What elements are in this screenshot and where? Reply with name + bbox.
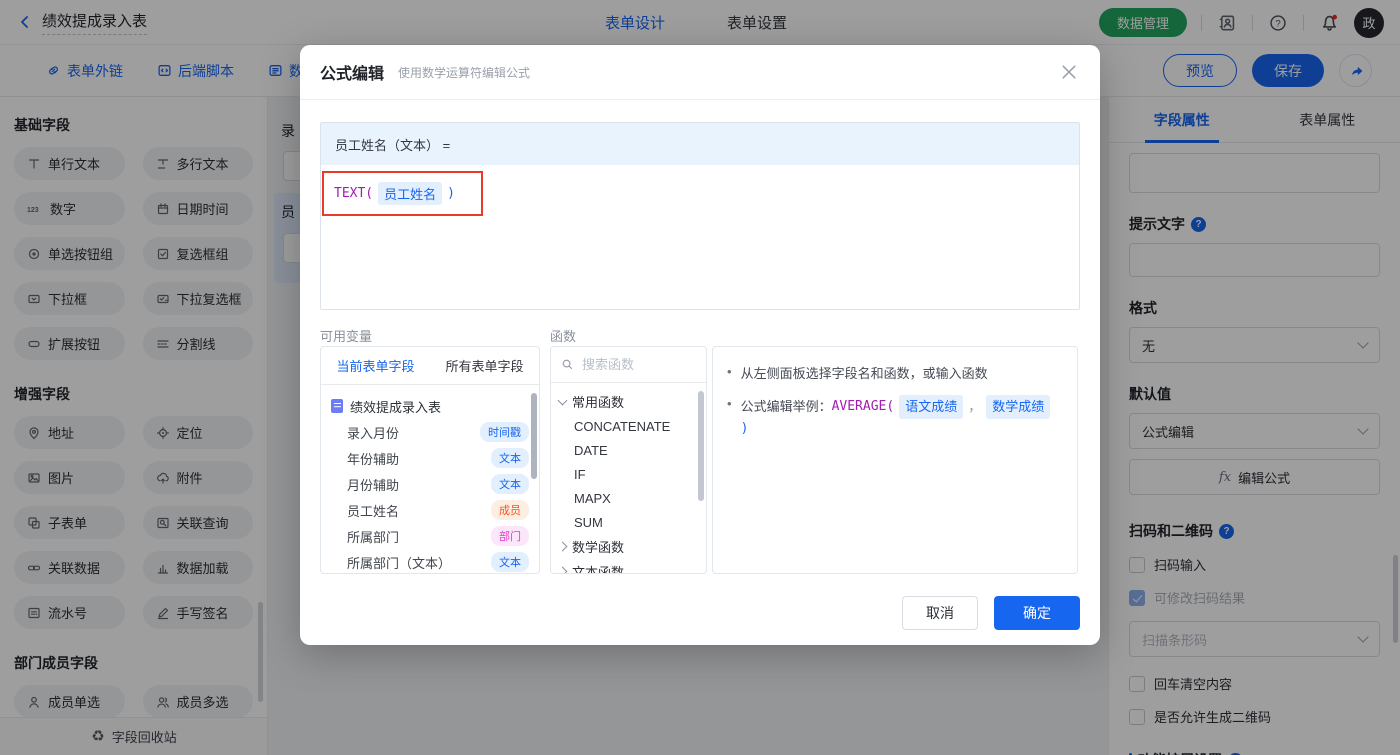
function-group-text[interactable]: 文本函数 bbox=[559, 559, 698, 574]
close-icon[interactable] bbox=[1060, 63, 1078, 81]
function-group-common[interactable]: 常用函数 bbox=[559, 389, 698, 414]
variables-tabs: 当前表单字段 所有表单字段 bbox=[321, 347, 539, 385]
example-field-token: 语文成绩 bbox=[899, 395, 963, 419]
chevron-right-icon bbox=[558, 567, 568, 574]
variables-section-label: 可用变量 bbox=[320, 326, 372, 345]
functions-scrollbar[interactable] bbox=[698, 391, 704, 501]
tree-root-form[interactable]: 绩效提成录入表 bbox=[331, 393, 529, 419]
variable-row[interactable]: 录入月份时间戳 bbox=[331, 419, 529, 445]
variables-scrollbar[interactable] bbox=[531, 393, 537, 479]
function-search bbox=[551, 347, 706, 383]
tab-current-form-fields[interactable]: 当前表单字段 bbox=[336, 356, 414, 375]
formula-body[interactable]: TEXT( 员工姓名 ) bbox=[321, 165, 1079, 216]
comma: ， bbox=[968, 397, 981, 417]
form-doc-icon bbox=[331, 399, 343, 413]
variable-row[interactable]: 员工姓名成员 bbox=[331, 497, 529, 523]
function-item[interactable]: CONCATENATE bbox=[559, 414, 698, 438]
formula-close-paren: ) bbox=[447, 186, 455, 201]
function-group-math[interactable]: 数学函数 bbox=[559, 534, 698, 559]
modal-footer: 取消 确定 bbox=[902, 596, 1080, 630]
formula-tips-panel: •从左侧面板选择字段名和函数，或输入函数 • 公式编辑举例： AVERAGE( … bbox=[712, 346, 1078, 574]
function-search-input[interactable] bbox=[582, 357, 682, 372]
type-badge: 成员 bbox=[491, 500, 529, 520]
cancel-button[interactable]: 取消 bbox=[902, 596, 978, 630]
type-badge: 部门 bbox=[491, 526, 529, 546]
variables-tree: 绩效提成录入表 录入月份时间戳 年份辅助文本 月份辅助文本 员工姓名成员 所属部… bbox=[321, 385, 539, 574]
formula-field-token[interactable]: 员工姓名 bbox=[378, 182, 442, 205]
variable-row[interactable]: 所属部门部门 bbox=[331, 523, 529, 549]
type-badge: 文本 bbox=[491, 448, 529, 468]
annotation-red-box: TEXT( 员工姓名 ) bbox=[322, 171, 483, 216]
chevron-down-icon bbox=[558, 395, 568, 405]
formula-target: 员工姓名（文本） = bbox=[321, 123, 1079, 165]
search-icon bbox=[561, 358, 574, 371]
modal-header: 公式编辑 使用数学运算符编辑公式 bbox=[300, 45, 1100, 100]
bullet: • bbox=[727, 395, 732, 413]
function-item[interactable]: SUM bbox=[559, 510, 698, 534]
function-list: 常用函数 CONCATENATE DATE IF MAPX SUM 数学函数 文… bbox=[551, 383, 706, 574]
variable-row[interactable]: 年份辅助文本 bbox=[331, 445, 529, 471]
bullet: • bbox=[727, 363, 732, 381]
functions-section-label: 函数 bbox=[550, 326, 576, 345]
formula-edit-modal: 公式编辑 使用数学运算符编辑公式 员工姓名（文本） = TEXT( 员工姓名 )… bbox=[300, 45, 1100, 645]
variables-panel: 当前表单字段 所有表单字段 绩效提成录入表 录入月份时间戳 年份辅助文本 月份辅… bbox=[320, 346, 540, 574]
type-badge: 时间戳 bbox=[480, 422, 529, 442]
chevron-right-icon bbox=[558, 542, 568, 552]
tab-all-form-fields[interactable]: 所有表单字段 bbox=[445, 356, 523, 375]
modal-subtitle: 使用数学运算符编辑公式 bbox=[398, 64, 530, 81]
function-item[interactable]: DATE bbox=[559, 438, 698, 462]
example-function-token: AVERAGE( bbox=[832, 397, 895, 417]
tip-row-example: • 公式编辑举例： AVERAGE( 语文成绩 ， 数学成绩 ) bbox=[727, 395, 1063, 438]
function-item[interactable]: IF bbox=[559, 462, 698, 486]
example-close-paren: ) bbox=[741, 419, 749, 439]
type-badge: 文本 bbox=[491, 474, 529, 494]
function-item[interactable]: MAPX bbox=[559, 486, 698, 510]
example-field-token: 数学成绩 bbox=[986, 395, 1050, 419]
formula-editor[interactable]: 员工姓名（文本） = TEXT( 员工姓名 ) bbox=[320, 122, 1080, 310]
functions-panel: 常用函数 CONCATENATE DATE IF MAPX SUM 数学函数 文… bbox=[550, 346, 707, 574]
formula-example: 公式编辑举例： AVERAGE( 语文成绩 ， 数学成绩 ) bbox=[741, 395, 1063, 438]
variable-row[interactable]: 所属部门（文本）文本 bbox=[331, 549, 529, 574]
confirm-button[interactable]: 确定 bbox=[994, 596, 1080, 630]
variable-row[interactable]: 月份辅助文本 bbox=[331, 471, 529, 497]
formula-function-token: TEXT( bbox=[334, 186, 373, 201]
type-badge: 文本 bbox=[491, 552, 529, 572]
tip-row: •从左侧面板选择字段名和函数，或输入函数 bbox=[727, 363, 1063, 382]
modal-title: 公式编辑 bbox=[320, 60, 384, 84]
